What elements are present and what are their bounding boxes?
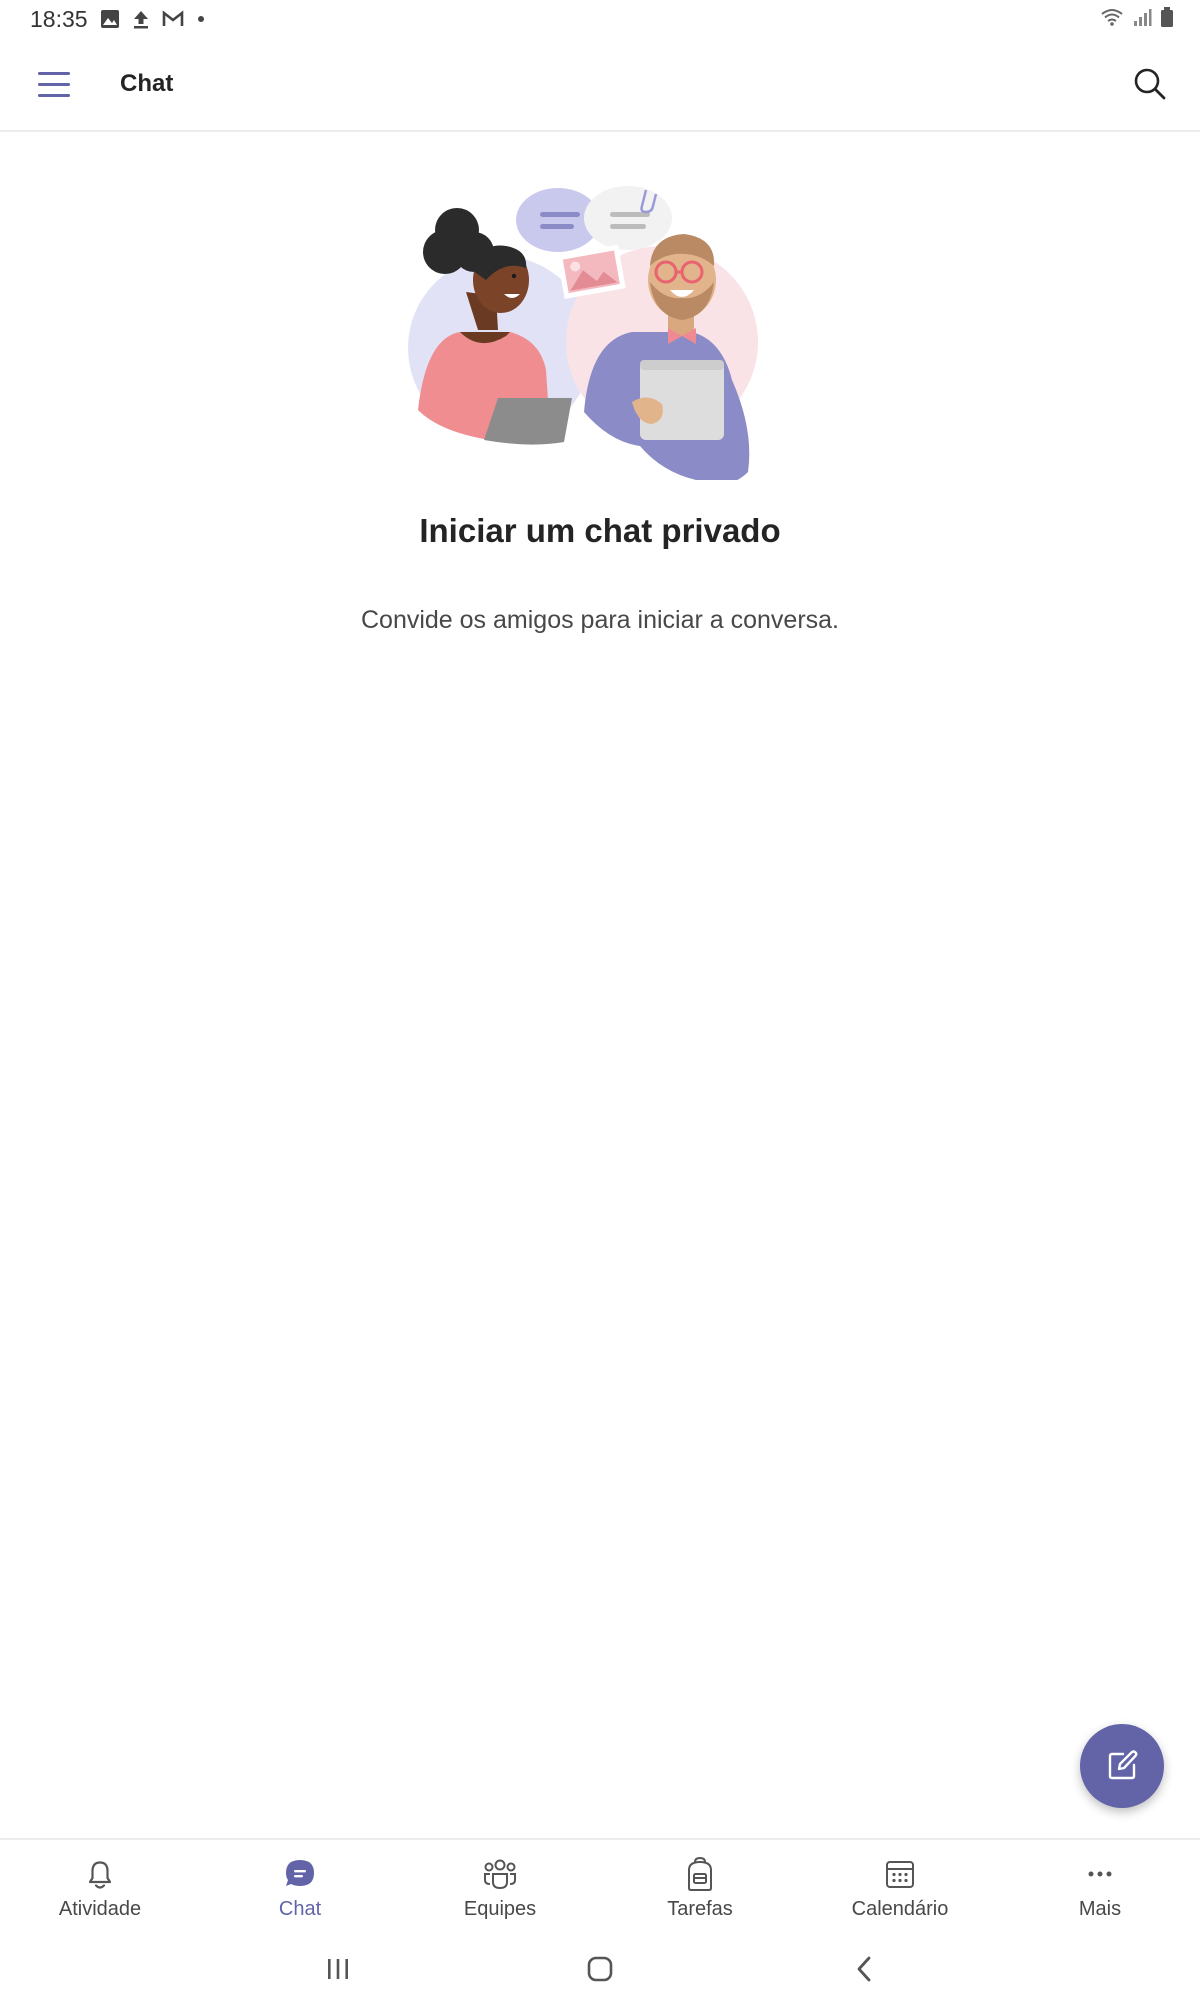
chat-icon: [286, 1860, 314, 1886]
home-icon: [587, 1956, 613, 1982]
nav-label-atividade: Atividade: [58, 1898, 142, 1920]
bell-icon: [88, 1861, 112, 1889]
gallery-icon: [100, 10, 119, 28]
search-button[interactable]: [1130, 64, 1170, 104]
recent-apps-button[interactable]: [318, 1952, 358, 1986]
nav-item-atividade[interactable]: Atividade: [0, 1840, 200, 1938]
new-chat-button[interactable]: [1080, 1724, 1164, 1808]
app-header: Chat: [0, 38, 1200, 132]
nav-item-chat[interactable]: Chat: [200, 1840, 400, 1938]
chat-illustration: [408, 186, 758, 480]
calendar-icon: [886, 1861, 914, 1888]
hamburger-menu-button[interactable]: [38, 72, 70, 98]
empty-state-subtitle: Convide os amigos para iniciar a convers…: [360, 606, 839, 634]
hamburger-icon: [38, 72, 70, 75]
nav-label-equipes: Equipes: [463, 1898, 537, 1920]
teams-icon: [484, 1859, 516, 1890]
page-title: Chat: [120, 70, 174, 97]
status-bar: 18:35: [0, 0, 1200, 38]
status-system-icons: [1100, 6, 1174, 28]
nav-label-calendario: Calendário: [851, 1898, 949, 1920]
compose-icon: [1108, 1750, 1138, 1780]
backpack-icon: [688, 1856, 712, 1891]
back-icon: [857, 1956, 871, 1982]
more-icon: [1088, 1871, 1112, 1877]
system-navigation-bar: [0, 1938, 1200, 2000]
nav-item-tarefas[interactable]: Tarefas: [600, 1840, 800, 1938]
nav-item-mais[interactable]: Mais: [1000, 1840, 1200, 1938]
nav-label-chat: Chat: [278, 1898, 322, 1920]
search-icon: [1134, 68, 1166, 100]
recents-icon: [328, 1959, 348, 1979]
nav-item-equipes[interactable]: Equipes: [400, 1840, 600, 1938]
dot-icon: [197, 16, 204, 22]
nav-item-calendario[interactable]: Calendário: [800, 1840, 1000, 1938]
back-button[interactable]: [844, 1952, 884, 1986]
signal-icon: [1134, 9, 1152, 26]
gmail-icon: [162, 10, 183, 26]
wifi-icon: [1101, 9, 1123, 26]
home-button[interactable]: [580, 1952, 620, 1986]
battery-icon: [1161, 7, 1173, 27]
upload-icon: [133, 11, 148, 29]
bottom-navigation: Atividade Chat Equipes Tarefas Calendári…: [0, 1838, 1200, 1938]
nav-label-tarefas: Tarefas: [667, 1898, 733, 1920]
empty-state-title: Iniciar um chat privado: [419, 512, 781, 549]
status-time: 18:35: [30, 5, 88, 32]
nav-label-mais: Mais: [1078, 1898, 1122, 1920]
status-notification-icons: [100, 9, 206, 29]
